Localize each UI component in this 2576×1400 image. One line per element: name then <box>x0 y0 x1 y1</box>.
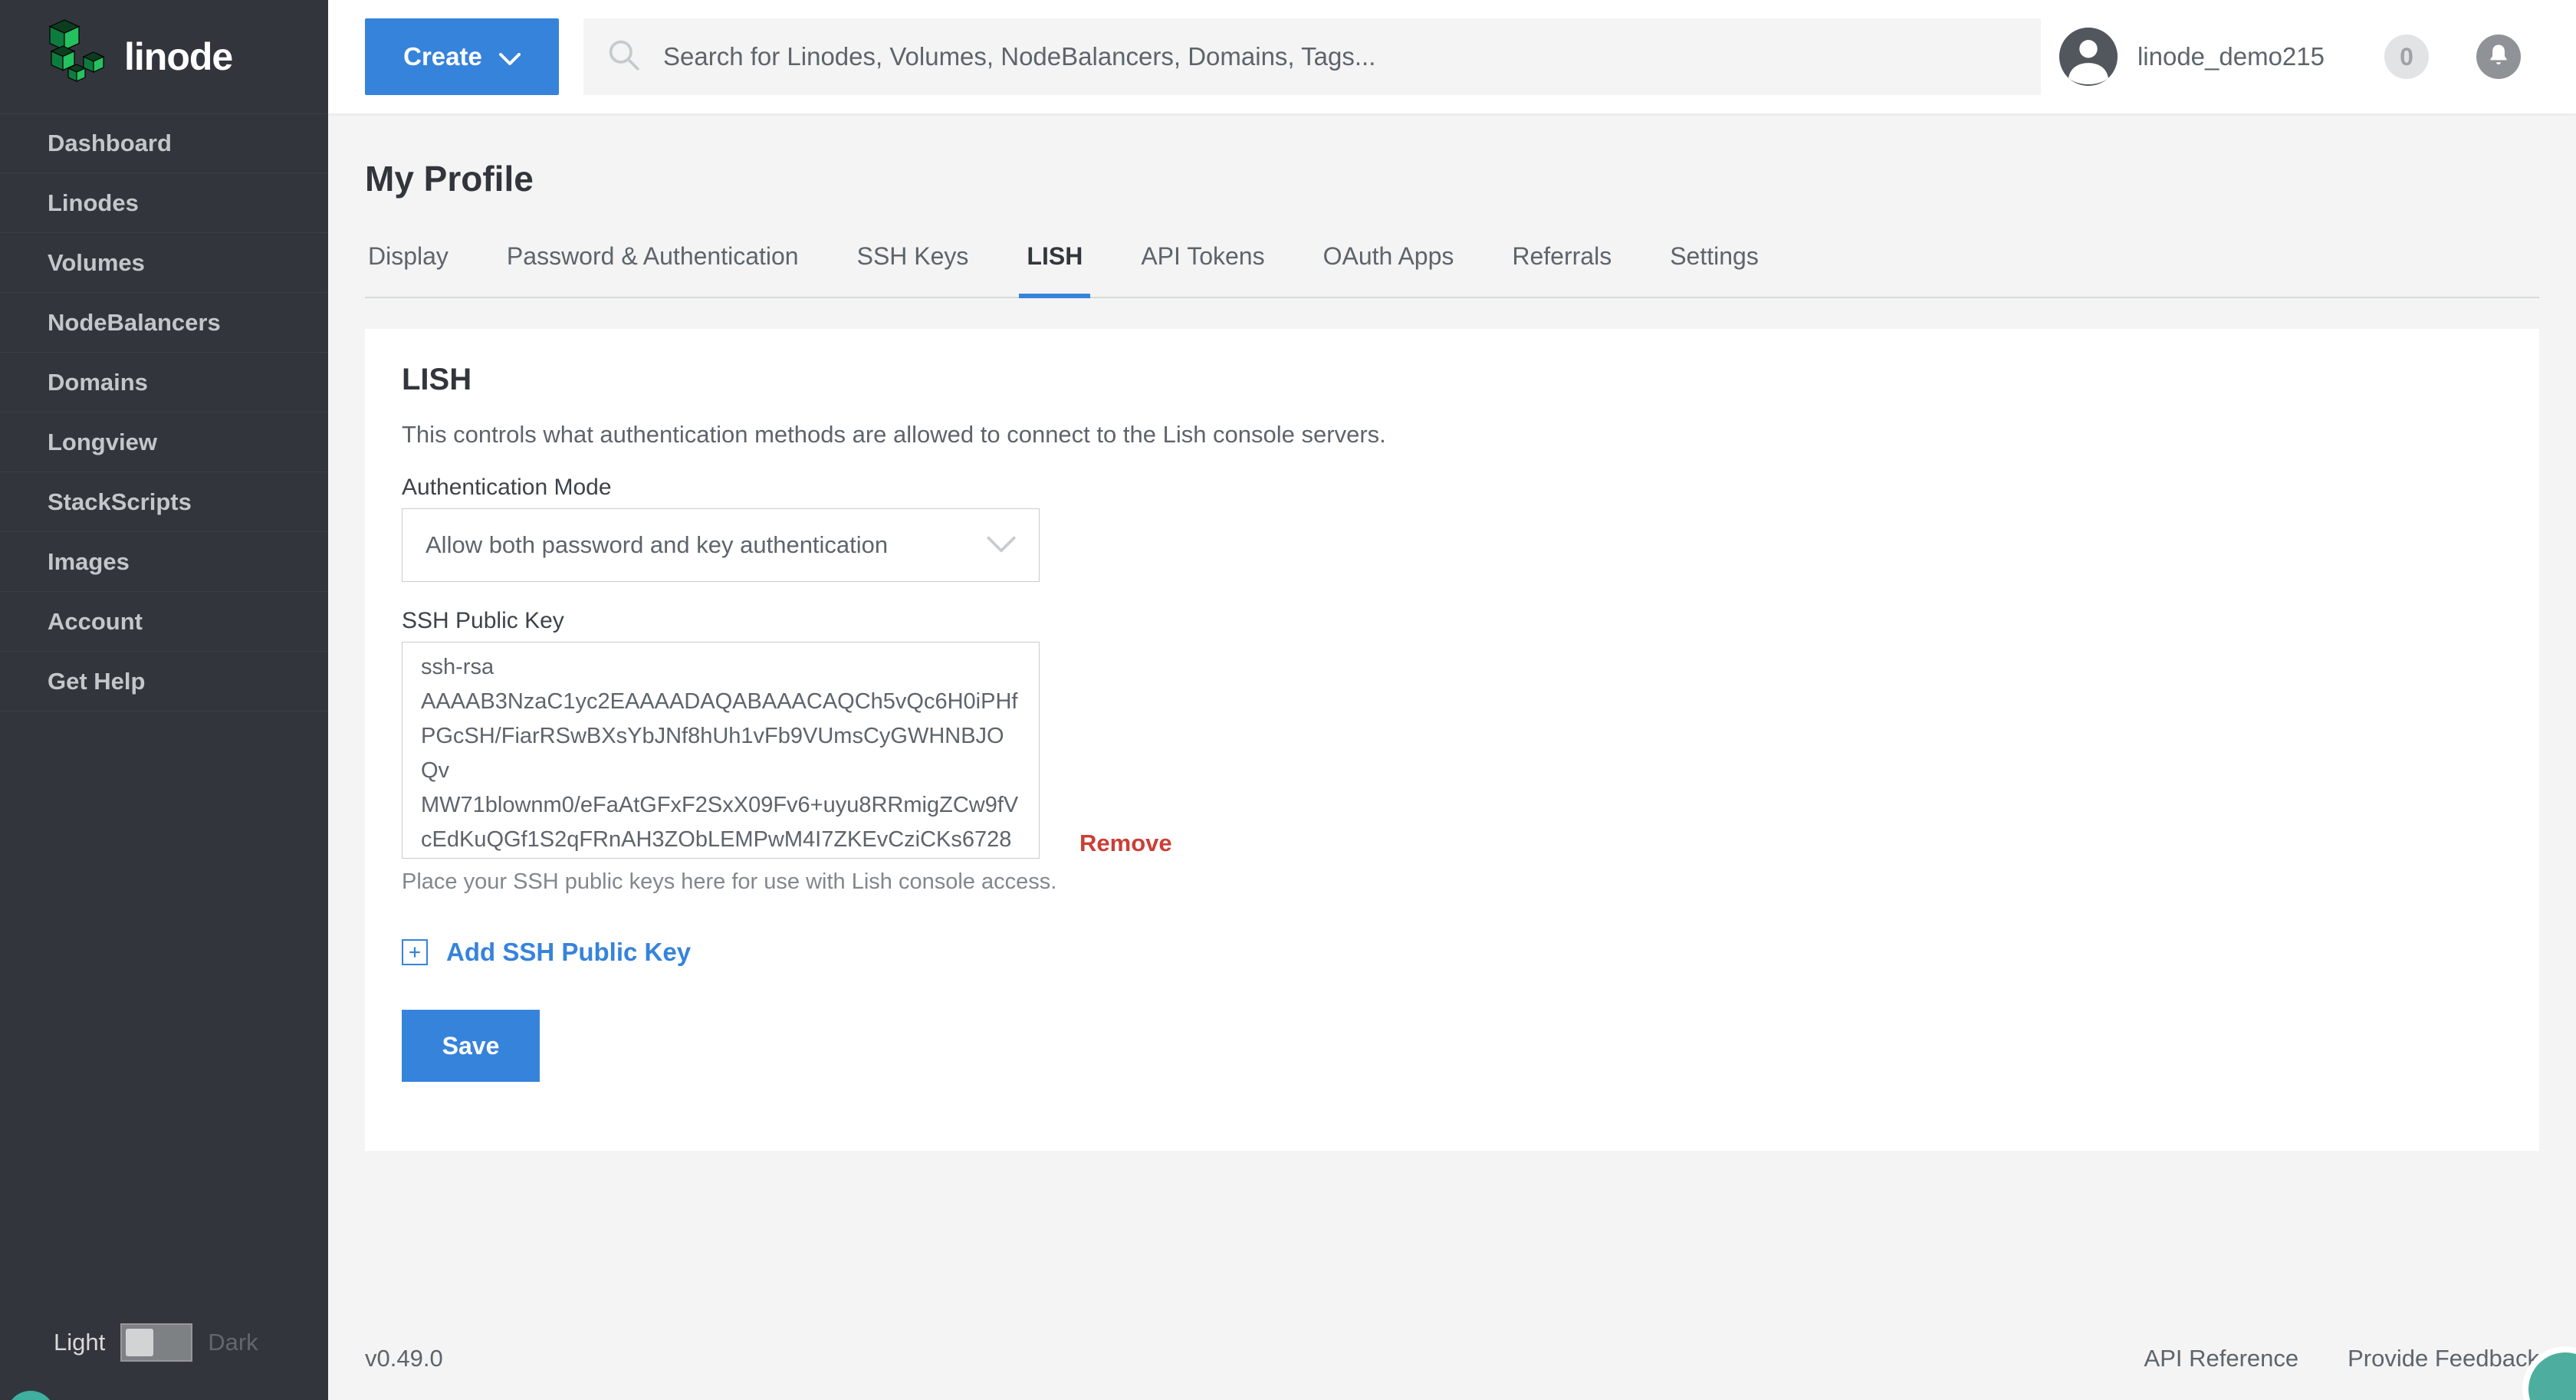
auth-mode-label: Authentication Mode <box>402 475 612 500</box>
add-ssh-public-key-label: Add SSH Public Key <box>446 938 692 966</box>
ssh-public-key-textarea[interactable]: ssh-rsa AAAAB3NzaC1yc2EAAAADAQABAAACAQCh… <box>402 642 1040 859</box>
theme-switcher: Light Dark <box>0 1285 328 1400</box>
sidebar-item-domains[interactable]: Domains <box>0 353 328 412</box>
sidebar-nav: Dashboard Linodes Volumes NodeBalancers … <box>0 113 328 712</box>
lish-description: This controls what authentication method… <box>402 421 1386 448</box>
sidebar-item-linodes[interactable]: Linodes <box>0 173 328 233</box>
theme-dark-label: Dark <box>208 1329 258 1356</box>
bell-icon <box>2486 42 2512 72</box>
authentication-mode-select[interactable]: Allow both password and key authenticati… <box>402 508 1040 582</box>
linode-logo-text: linode <box>124 35 233 78</box>
create-button-label: Create <box>403 42 482 71</box>
profile-tabs: Display Password & Authentication SSH Ke… <box>365 242 2539 298</box>
theme-toggle-knob <box>126 1329 154 1356</box>
sidebar-item-label: Volumes <box>48 248 145 276</box>
sidebar-item-stackscripts[interactable]: StackScripts <box>0 472 328 532</box>
sidebar-item-label: Longview <box>48 428 157 455</box>
remove-key-link[interactable]: Remove <box>1079 830 1172 857</box>
username[interactable]: linode_demo215 <box>2137 42 2325 71</box>
tab-referrals[interactable]: Referrals <box>1509 242 1615 297</box>
sidebar-item-images[interactable]: Images <box>0 532 328 592</box>
tab-ssh-keys[interactable]: SSH Keys <box>854 242 972 297</box>
search-bar <box>583 18 2041 95</box>
footer-links: API Reference Provide Feedback <box>2144 1345 2539 1372</box>
tab-api-tokens[interactable]: API Tokens <box>1138 242 1267 297</box>
add-ssh-public-key-button[interactable]: Add SSH Public Key <box>402 938 2502 967</box>
sidebar-item-label: StackScripts <box>48 488 192 515</box>
sidebar-item-label: Domains <box>48 368 148 396</box>
sidebar-item-longview[interactable]: Longview <box>0 412 328 472</box>
create-button[interactable]: Create <box>365 18 559 95</box>
save-button[interactable]: Save <box>402 1010 540 1082</box>
theme-toggle[interactable] <box>120 1323 193 1362</box>
search-icon <box>606 38 642 77</box>
notification-count-badge[interactable]: 0 <box>2384 35 2429 79</box>
sidebar-item-account[interactable]: Account <box>0 592 328 652</box>
lish-panel: LISH This controls what authentication m… <box>365 329 2539 1151</box>
select-chevron-down-icon <box>987 531 1016 559</box>
ssh-key-row: ssh-rsa AAAAB3NzaC1yc2EAAAADAQABAAACAQCh… <box>402 634 2502 859</box>
main-content: My Profile Display Password & Authentica… <box>328 113 2576 1400</box>
authentication-mode-value: Allow both password and key authenticati… <box>426 531 889 558</box>
tab-password-authentication[interactable]: Password & Authentication <box>504 242 802 297</box>
sidebar-item-label: Account <box>48 607 143 635</box>
sidebar-item-label: Linodes <box>48 189 139 216</box>
user-area: linode_demo215 0 <box>2058 28 2576 86</box>
linode-logo[interactable]: linode <box>0 0 328 113</box>
ssh-key-helper-text: Place your SSH public keys here for use … <box>402 869 1057 894</box>
user-avatar[interactable] <box>2058 28 2118 86</box>
api-reference-link[interactable]: API Reference <box>2144 1345 2299 1372</box>
page-title: My Profile <box>365 159 534 199</box>
sidebar: linode Dashboard Linodes Volumes NodeBal… <box>0 0 328 1400</box>
search-input[interactable] <box>663 42 2018 71</box>
tab-lish[interactable]: LISH <box>1019 242 1091 298</box>
app-version: v0.49.0 <box>365 1345 443 1372</box>
theme-light-label: Light <box>54 1329 106 1356</box>
sidebar-item-dashboard[interactable]: Dashboard <box>0 113 328 173</box>
sidebar-item-label: Get Help <box>48 667 146 695</box>
sidebar-item-get-help[interactable]: Get Help <box>0 652 328 712</box>
sidebar-item-label: Dashboard <box>48 130 172 156</box>
topbar: Create linode_demo215 0 <box>328 0 2576 113</box>
sidebar-item-nodebalancers[interactable]: NodeBalancers <box>0 293 328 353</box>
lish-heading: LISH <box>402 363 472 396</box>
tab-settings[interactable]: Settings <box>1667 242 1762 297</box>
notifications-bell-button[interactable] <box>2476 35 2521 79</box>
ssh-public-key-label: SSH Public Key <box>402 608 564 633</box>
plus-icon <box>402 939 428 965</box>
provide-feedback-link[interactable]: Provide Feedback <box>2348 1345 2539 1372</box>
sidebar-item-label: Images <box>48 547 130 575</box>
sidebar-item-volumes[interactable]: Volumes <box>0 233 328 293</box>
tab-display[interactable]: Display <box>365 242 452 297</box>
footer: v0.49.0 API Reference Provide Feedback <box>365 1345 2539 1400</box>
sidebar-item-label: NodeBalancers <box>48 308 221 336</box>
user-icon <box>2058 28 2118 86</box>
linode-logo-icon <box>43 18 109 96</box>
chevron-down-icon <box>498 42 521 71</box>
tab-oauth-apps[interactable]: OAuth Apps <box>1320 242 1457 297</box>
